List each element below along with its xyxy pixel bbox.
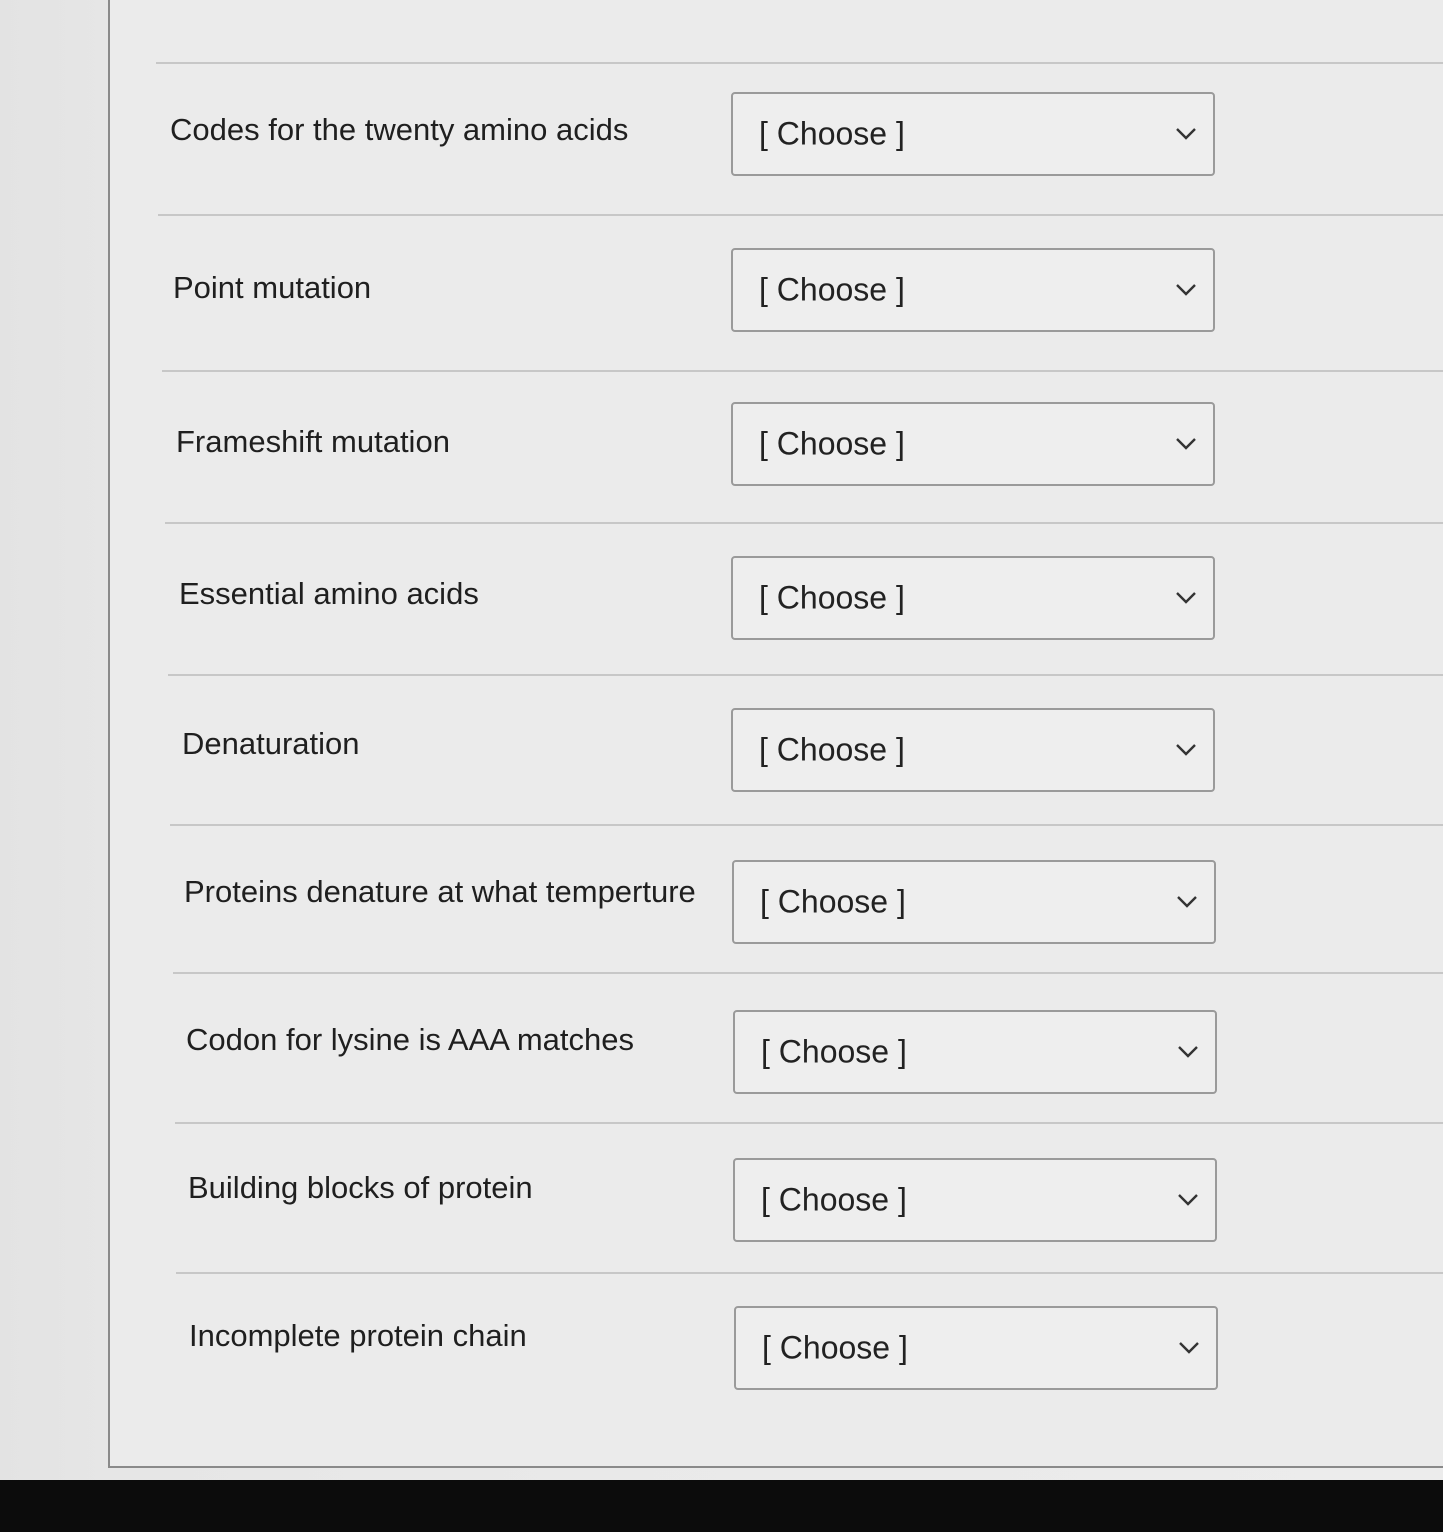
chevron-down-icon — [1177, 896, 1197, 908]
prompt-label: Point mutation — [173, 270, 372, 305]
answer-select[interactable]: [ Choose ] — [733, 1158, 1217, 1242]
row-divider — [173, 972, 1443, 974]
row-divider — [170, 824, 1443, 826]
answer-select[interactable]: [ Choose ] — [732, 860, 1216, 944]
row-divider — [162, 370, 1443, 372]
prompt-label: Essential amino acids — [179, 576, 479, 611]
prompt-label: Frameshift mutation — [176, 424, 450, 459]
prompt-label: Codes for the twenty amino acids — [170, 112, 629, 147]
row-divider — [175, 1122, 1443, 1124]
select-value: [ Choose ] — [759, 271, 905, 308]
prompt-label: Denaturation — [182, 726, 360, 761]
row-divider — [165, 522, 1443, 524]
select-value: [ Choose ] — [759, 115, 905, 152]
prompt-label: Incomplete protein chain — [189, 1318, 527, 1353]
answer-select[interactable]: [ Choose ] — [731, 248, 1215, 332]
select-value: [ Choose ] — [761, 1033, 907, 1070]
select-value: [ Choose ] — [761, 1181, 907, 1218]
select-value: [ Choose ] — [759, 731, 905, 768]
chevron-down-icon — [1176, 438, 1196, 450]
answer-select[interactable]: [ Choose ] — [733, 1010, 1217, 1094]
answer-select[interactable]: [ Choose ] — [731, 402, 1215, 486]
select-value: [ Choose ] — [760, 883, 906, 920]
chevron-down-icon — [1176, 128, 1196, 140]
row-divider — [158, 214, 1443, 216]
chevron-down-icon — [1176, 284, 1196, 296]
prompt-label: Proteins denature at what temperture — [184, 874, 696, 909]
select-value: [ Choose ] — [762, 1329, 908, 1366]
chevron-down-icon — [1176, 592, 1196, 604]
select-value: [ Choose ] — [759, 579, 905, 616]
prompt-label: Building blocks of protein — [188, 1170, 533, 1205]
row-divider — [156, 62, 1443, 64]
chevron-down-icon — [1176, 744, 1196, 756]
prompt-label: Codon for lysine is AAA matches — [186, 1022, 635, 1057]
chevron-down-icon — [1178, 1194, 1198, 1206]
chevron-down-icon — [1179, 1342, 1199, 1354]
chevron-down-icon — [1178, 1046, 1198, 1058]
screen-bezel — [0, 1480, 1443, 1532]
answer-select[interactable]: [ Choose ] — [734, 1306, 1218, 1390]
answer-select[interactable]: [ Choose ] — [731, 708, 1215, 792]
answer-select[interactable]: [ Choose ] — [731, 92, 1215, 176]
select-value: [ Choose ] — [759, 425, 905, 462]
row-divider — [168, 674, 1443, 676]
row-divider — [176, 1272, 1443, 1274]
answer-select[interactable]: [ Choose ] — [731, 556, 1215, 640]
